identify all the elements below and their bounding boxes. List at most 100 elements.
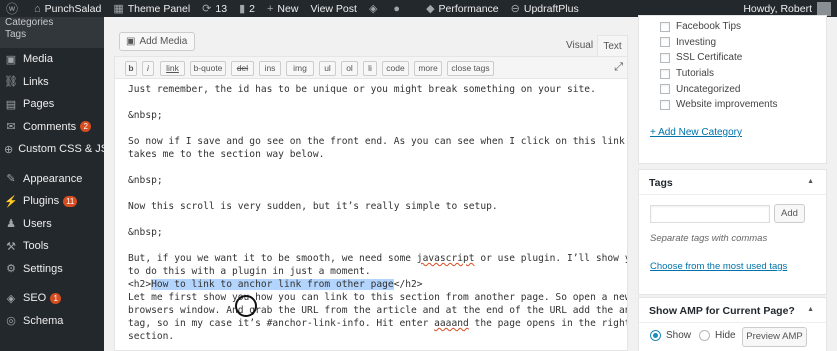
updates-link[interactable]: ⟳ 13 (196, 0, 233, 17)
category-item[interactable]: Uncategorized (639, 81, 826, 97)
new-tag-input[interactable] (650, 205, 770, 223)
sidebar-item-custom-css-js[interactable]: ⊕ Custom CSS & JS (0, 138, 104, 161)
collapse-arrow-icon[interactable]: ▲ (807, 178, 814, 185)
seo-adminbar-icon[interactable]: ◈ (363, 0, 387, 17)
sidebar-item-seo[interactable]: ◈ SEO 1 (0, 287, 104, 310)
category-checkbox[interactable] (660, 37, 670, 48)
quicktag-code-button[interactable]: code (382, 61, 409, 76)
tags-hint: Separate tags with commas (650, 233, 768, 244)
category-item[interactable]: Facebook Tips (639, 19, 826, 35)
plus-icon: + (266, 2, 274, 15)
editor-line-text: section. (128, 331, 175, 342)
sidebar-subitem-tags[interactable]: Tags (0, 28, 104, 48)
editor-blank-line (128, 239, 615, 252)
sidebar-item-pages[interactable]: ▤ Pages (0, 93, 104, 116)
menu-separator (0, 161, 104, 168)
mouse-cursor-highlight (235, 295, 257, 317)
amp-box-title: Show AMP for Current Page? (649, 305, 795, 317)
sidebar-item-appearance[interactable]: ✎ Appearance (0, 168, 104, 191)
distraction-free-icon[interactable]: ⤢ (614, 61, 623, 74)
count-badge: 1 (50, 292, 62, 304)
amp-show-label[interactable]: Show (666, 330, 691, 341)
category-label: Uncategorized (676, 83, 741, 95)
post-editor: ▣ Add Media Visual Text close tags more co… (104, 17, 628, 351)
quicktag-i-button[interactable]: i (142, 61, 154, 76)
amp-hide-label[interactable]: Hide (715, 330, 736, 341)
sidebar-item-plugins[interactable]: ⚡ Plugins 11 (0, 190, 104, 213)
add-media-button[interactable]: ▣ Add Media (119, 32, 196, 51)
tags-box-title: Tags (649, 177, 673, 189)
sidebar-menu: ▣ Media ⛓ Links ▤ Pages ✉ Comments 2 ⊕ Custom CSS … (0, 48, 104, 332)
quicktag-del-button[interactable]: del (231, 61, 254, 76)
editor-blank-line (128, 213, 615, 226)
sidebar-item-schema[interactable]: ◎ Schema (0, 310, 104, 333)
updraftplus-link[interactable]: ⊖ UpdraftPlus (505, 0, 585, 17)
performance-link[interactable]: ◆ Performance (420, 0, 505, 17)
wordpress-logo-icon[interactable]: ⓦ (0, 0, 28, 17)
category-checkbox[interactable] (660, 21, 670, 32)
quicktag-b-quote-button[interactable]: b-quote (190, 61, 226, 76)
category-item[interactable]: Investing (639, 35, 826, 51)
quicktag-b-button[interactable]: b (125, 61, 137, 76)
sidebar-item-comments[interactable]: ✉ Comments 2 (0, 116, 104, 139)
category-item[interactable]: Tutorials (639, 66, 826, 82)
settings-icon: ⚙ (6, 263, 16, 276)
sidebar-item-links[interactable]: ⛓ Links (0, 71, 104, 94)
view-post-link[interactable]: View Post (304, 0, 363, 17)
content-textarea[interactable]: Just remember, the id has to be unique o… (114, 78, 628, 351)
amp-hide-radio[interactable] (699, 330, 711, 341)
quicktag-ins-button[interactable]: ins (259, 61, 281, 76)
category-checkbox[interactable] (660, 68, 670, 79)
amp-show-radio[interactable] (650, 330, 661, 341)
editor-line-text: tag, so in my case it’s #anchor-link-inf… (128, 318, 628, 329)
category-checkbox[interactable] (660, 52, 670, 63)
sidebar-item-tools[interactable]: ⚒ Tools (0, 235, 104, 258)
editor-line: Let me first show you how you can link t… (128, 291, 627, 304)
comments-link[interactable]: ▮ 2 (233, 0, 261, 17)
media-icon: ▣ (126, 36, 136, 47)
amp-box-header[interactable]: Show AMP for Current Page? ▲ (639, 298, 826, 323)
tags-box-header[interactable]: Tags ▲ (639, 170, 826, 195)
sidebar-item-media[interactable]: ▣ Media (0, 48, 104, 71)
sidebar-subitem-categories[interactable]: Categories (0, 17, 104, 28)
choose-most-used-tags-link[interactable]: Choose from the most used tags (650, 261, 787, 272)
editor-blank-line (128, 187, 615, 200)
new-content-link[interactable]: + New (261, 0, 304, 17)
editor-line-text: to do this with a plugin in just a momen… (128, 266, 371, 277)
sidebar-item-label: Tools (23, 240, 49, 253)
preview-amp-button[interactable]: Preview AMP (742, 327, 807, 347)
editor-line: &nbsp; (128, 226, 615, 239)
theme-panel-link[interactable]: ▦ Theme Panel (107, 0, 196, 17)
sidebar-item-label: SEO (23, 292, 47, 305)
category-label: Tutorials (676, 68, 714, 80)
quicktag-link-button[interactable]: link (160, 61, 185, 76)
editor-line: Now this scroll is very sudden, but it’s… (128, 200, 615, 213)
sidebar-item-users[interactable]: ♟ Users (0, 213, 104, 236)
sidebar-item-label: Users (23, 217, 52, 230)
editor-line-text: takes me to the section way below. (128, 149, 325, 160)
quicktag-img-button[interactable]: img (286, 61, 314, 76)
sidebar-item-label: Schema (23, 314, 64, 327)
updraft-icon: ⊖ (510, 3, 520, 15)
status-dot-icon[interactable]: ● (387, 0, 410, 17)
quicktag-ul-button[interactable]: ul (319, 61, 336, 76)
sidebar-item-settings[interactable]: ⚙ Settings (0, 258, 104, 281)
category-item[interactable]: SSL Certificate (639, 50, 826, 66)
sidebar-item-label: Plugins (23, 195, 60, 208)
quicktag-ol-button[interactable]: ol (341, 61, 358, 76)
links-icon: ⛓ (4, 76, 18, 89)
add-new-category-link[interactable]: + Add New Category (650, 127, 742, 138)
category-checkbox[interactable] (660, 99, 670, 110)
site-name-link[interactable]: ⌂ PunchSalad (28, 0, 107, 17)
tab-text[interactable]: Text (597, 35, 628, 56)
editor-line-text: Now this scroll is very sudden, but it’s… (128, 201, 498, 212)
quicktag-more-button[interactable]: more (414, 61, 442, 76)
category-item[interactable]: Website improvements (639, 97, 826, 113)
category-checkbox[interactable] (660, 84, 670, 95)
tab-visual[interactable]: Visual (561, 37, 598, 54)
quicktag-close-tags-button[interactable]: close tags (447, 61, 494, 76)
quicktag-li-button[interactable]: li (363, 61, 377, 76)
add-tag-button[interactable]: Add (774, 204, 805, 223)
collapse-arrow-icon[interactable]: ▲ (807, 306, 814, 313)
home-icon: ⌂ (34, 2, 41, 15)
